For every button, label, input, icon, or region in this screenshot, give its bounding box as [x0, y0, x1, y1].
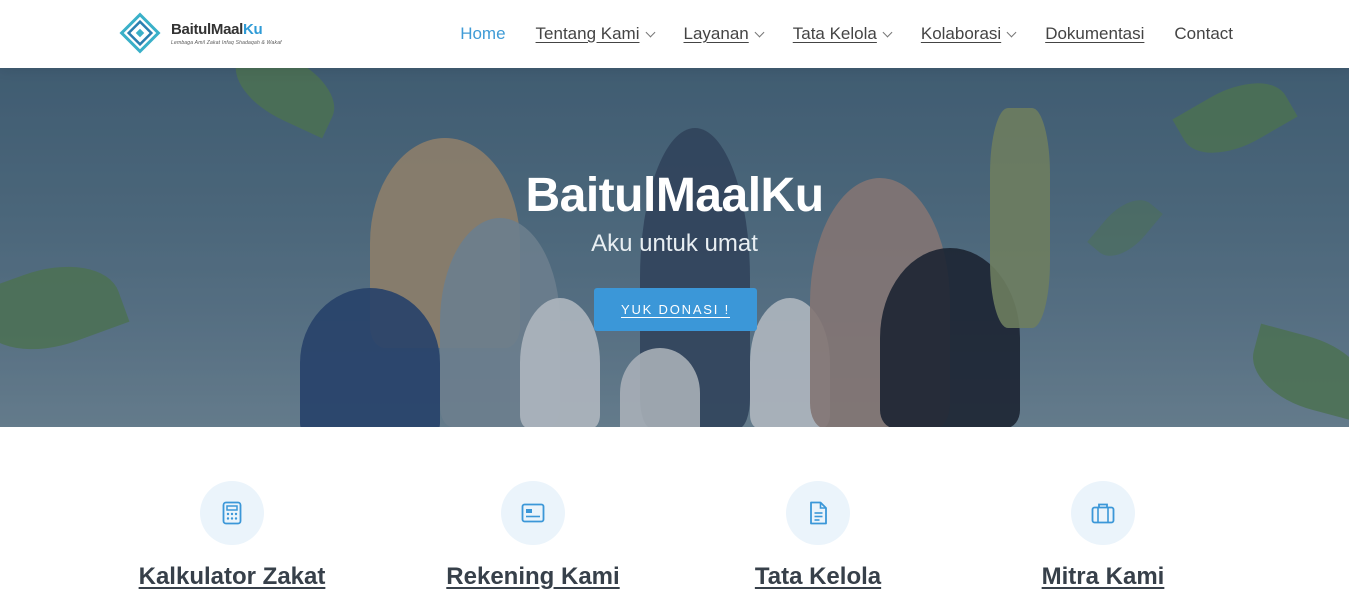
feature-rekening-kami: Rekening Kami	[383, 481, 683, 591]
nav-tata-kelola[interactable]: Tata Kelola	[793, 24, 893, 44]
logo[interactable]: BaitulMaalKu Lembaga Amil Zakat Infaq Sh…	[117, 12, 282, 54]
feature-title[interactable]: Mitra Kami	[953, 563, 1253, 591]
feature-kalkulator-zakat: Kalkulator Zakat	[82, 481, 382, 591]
logo-name: BaitulMaalKu	[171, 20, 263, 38]
feature-title[interactable]: Rekening Kami	[383, 563, 683, 591]
nav-dokumentasi[interactable]: Dokumentasi	[1045, 24, 1144, 44]
calculator-icon	[200, 481, 264, 545]
feature-title[interactable]: Kalkulator Zakat	[82, 563, 382, 591]
nav-home[interactable]: Home	[460, 24, 505, 44]
card-icon	[501, 481, 565, 545]
logo-icon	[117, 12, 163, 54]
chevron-down-icon	[754, 27, 765, 37]
donate-button[interactable]: YUK DONASI !	[594, 288, 757, 331]
nav-layanan[interactable]: Layanan	[684, 24, 765, 44]
chevron-down-icon	[1006, 27, 1017, 37]
chevron-down-icon	[882, 27, 893, 37]
nav-contact[interactable]: Contact	[1174, 24, 1233, 44]
main-nav: Home Tentang Kami Layanan Tata Kelola Ko…	[430, 0, 1233, 68]
nav-kolaborasi[interactable]: Kolaborasi	[921, 24, 1017, 44]
document-icon	[786, 481, 850, 545]
hero-subtitle: Aku untuk umat	[591, 230, 758, 257]
nav-tentang-kami[interactable]: Tentang Kami	[536, 24, 655, 44]
feature-mitra-kami: Mitra Kami	[953, 481, 1253, 591]
logo-tagline: Lembaga Amil Zakat Infaq Shadaqah & Waka…	[171, 39, 282, 46]
hero-banner: BaitulMaalKu Aku untuk umat YUK DONASI !	[0, 68, 1349, 427]
chevron-down-icon	[645, 27, 655, 37]
hero-title: BaitulMaalKu	[525, 169, 824, 222]
feature-tata-kelola: Tata Kelola	[668, 481, 968, 591]
features-section: Kalkulator Zakat Rekening Kami Tata Kelo…	[0, 427, 1349, 597]
site-header: BaitulMaalKu Lembaga Amil Zakat Infaq Sh…	[0, 0, 1349, 68]
briefcase-icon	[1071, 481, 1135, 545]
feature-title[interactable]: Tata Kelola	[668, 563, 968, 591]
